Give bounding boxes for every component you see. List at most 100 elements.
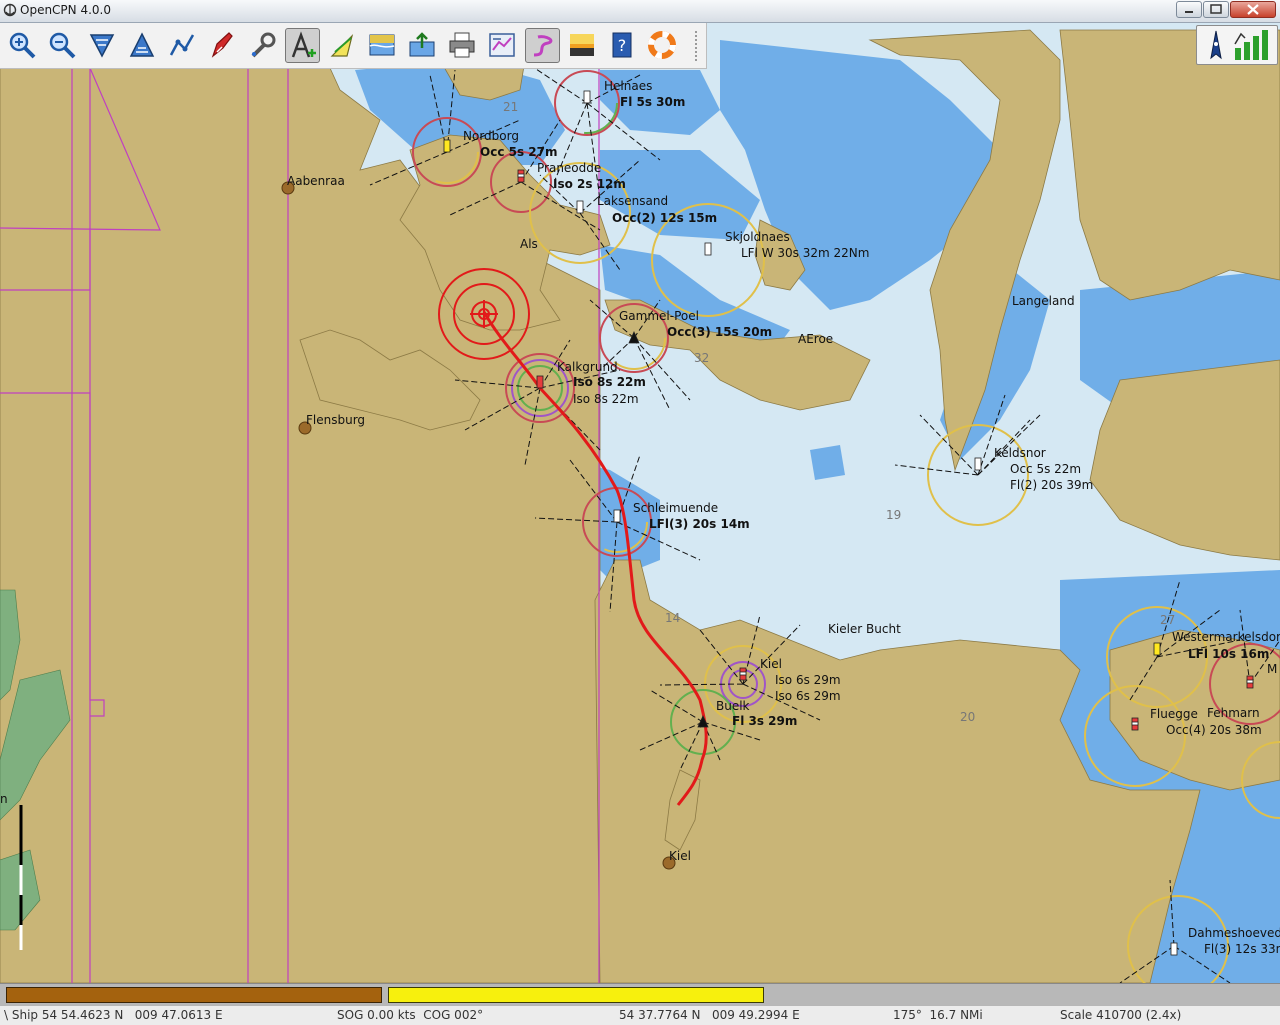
- help-button[interactable]: ?: [605, 28, 640, 63]
- text-icon: [291, 31, 316, 58]
- gps-signal-icon: [1234, 30, 1268, 60]
- light-desc: Fl(2) 20s 39m: [1010, 478, 1093, 492]
- track-button[interactable]: [525, 28, 560, 63]
- light-desc: Fl 3s 29m: [732, 714, 797, 728]
- current-icon: [409, 32, 435, 57]
- zoom-in-button[interactable]: [5, 28, 40, 63]
- scale-out-icon: [129, 32, 155, 57]
- place-label: Langeland: [1012, 294, 1075, 308]
- tide-button[interactable]: [365, 28, 400, 63]
- depth-label: 14: [665, 611, 680, 625]
- status-bar: \ Ship 54 54.4623 N 009 47.0613 E SOG 0.…: [0, 1005, 1280, 1025]
- route-manager-icon: [489, 33, 515, 57]
- light-name: Gammel-Poel: [619, 309, 699, 323]
- light-name: Fehmarn: [1207, 706, 1260, 720]
- light-name: Keldsnor: [994, 446, 1046, 460]
- print-icon: [449, 32, 475, 58]
- maximize-button[interactable]: [1203, 1, 1229, 18]
- light-desc: LFl W 30s 32m 22Nm: [741, 246, 869, 260]
- depth-label: 32: [694, 351, 709, 365]
- light-name: Fluegge: [1150, 707, 1198, 721]
- current-button[interactable]: [405, 28, 440, 63]
- depth-label: 21: [503, 100, 518, 114]
- text-button[interactable]: [285, 28, 320, 63]
- compass-icon: [1210, 30, 1222, 60]
- light-desc: Occ(4) 20s 38m: [1166, 723, 1262, 737]
- settings-button[interactable]: [245, 28, 280, 63]
- toolbar-grip[interactable]: [695, 31, 701, 61]
- minimize-button[interactable]: [1176, 1, 1202, 18]
- light-name: Nordborg: [463, 129, 519, 143]
- follow-ship-icon: [211, 32, 233, 58]
- light-desc: Occ(3) 15s 20m: [667, 325, 772, 339]
- light-desc: Occ 5s 27m: [480, 145, 557, 159]
- svg-text:?: ?: [618, 36, 627, 55]
- place-label: Kiel: [669, 849, 691, 863]
- depth-label: 20: [960, 710, 975, 724]
- ship-position: \ Ship 54 54.4623 N 009 47.0613 E: [4, 1008, 223, 1022]
- place-label: AEroe: [798, 332, 833, 346]
- route-manager-button[interactable]: [485, 28, 520, 63]
- title-bar: OpenCPN 4.0.0: [0, 0, 1280, 23]
- light-desc: Iso 8s 22m: [573, 375, 646, 389]
- track-icon: [533, 35, 553, 57]
- light-name: Kalkgrund: [557, 360, 618, 374]
- depth-label: 19: [886, 508, 901, 522]
- sog-cog: SOG 0.00 kts COG 002°: [337, 1008, 484, 1022]
- place-label: Flensburg: [306, 413, 365, 427]
- light-name: Buelk: [716, 699, 750, 713]
- window-title: OpenCPN 4.0.0: [20, 3, 111, 17]
- close-button[interactable]: [1230, 1, 1276, 18]
- light-name: Westermarkelsdorf: [1172, 630, 1280, 644]
- light-desc: Fl(3) 12s 33m: [1204, 942, 1280, 956]
- place-label: Kieler Bucht: [828, 622, 901, 636]
- scale-in-icon: [89, 34, 115, 58]
- light-name: Kiel: [760, 657, 782, 671]
- sunset-icon: [570, 34, 594, 56]
- nautical-chart[interactable]: Aabenraa Als Flensburg Langeland AEroe K…: [0, 23, 1280, 983]
- light-desc: LFl 10s 16m: [1188, 647, 1269, 661]
- scale-out-button[interactable]: [125, 28, 160, 63]
- light-name: Schleimuende: [633, 501, 718, 515]
- light-desc: Iso 2s 12m: [553, 177, 626, 191]
- place-label: Als: [520, 237, 538, 251]
- edge-label: M: [1267, 662, 1277, 676]
- wrench-icon: [251, 32, 276, 58]
- progress-bar-leg-done: [6, 987, 382, 1003]
- light-desc: Iso 6s 29m: [775, 673, 841, 687]
- depth-label: 27: [1160, 613, 1175, 627]
- light-name: Dahmeshoeved: [1188, 926, 1280, 940]
- print-button[interactable]: [445, 28, 480, 63]
- mob-button[interactable]: [645, 28, 680, 63]
- edge-label: n: [0, 792, 8, 806]
- opencpn-app-icon: [3, 3, 17, 17]
- light-desc: LFl(3) 20s 14m: [649, 517, 750, 531]
- light-name: Helnaes: [604, 79, 652, 93]
- lifebuoy-icon: [648, 31, 676, 59]
- route-button[interactable]: [165, 28, 200, 63]
- bearing-distance: 175° 16.7 NMi: [893, 1008, 983, 1022]
- follow-ship-button[interactable]: [205, 28, 240, 63]
- light-name: Praneodde: [537, 161, 601, 175]
- lights-icon: [330, 34, 354, 57]
- route-progress-area: [0, 983, 1280, 1006]
- lights-button[interactable]: [325, 28, 360, 63]
- main-toolbar: ?: [0, 23, 707, 69]
- scale-in-button[interactable]: [85, 28, 120, 63]
- zoom-out-button[interactable]: [45, 28, 80, 63]
- chart-scale: Scale 410700 (2.4x): [1060, 1008, 1182, 1022]
- progress-bar-leg-remaining: [388, 987, 764, 1003]
- place-label: Aabenraa: [287, 174, 345, 188]
- light-desc: Iso 8s 22m: [573, 392, 639, 406]
- cursor-position: 54 37.7764 N 009 49.2994 E: [619, 1008, 800, 1022]
- tide-icon: [369, 34, 395, 56]
- compass-widget[interactable]: [1196, 25, 1278, 65]
- light-desc: Fl 5s 30m: [620, 95, 685, 109]
- color-scheme-button[interactable]: [565, 28, 600, 63]
- light-name: Laksensand: [597, 194, 668, 208]
- zoom-out-icon: [49, 32, 76, 59]
- light-name: Skjoldnaes: [725, 230, 790, 244]
- light-desc: Occ(2) 12s 15m: [612, 211, 717, 225]
- light-desc: Occ 5s 22m: [1010, 462, 1081, 476]
- zoom-in-icon: [9, 32, 36, 59]
